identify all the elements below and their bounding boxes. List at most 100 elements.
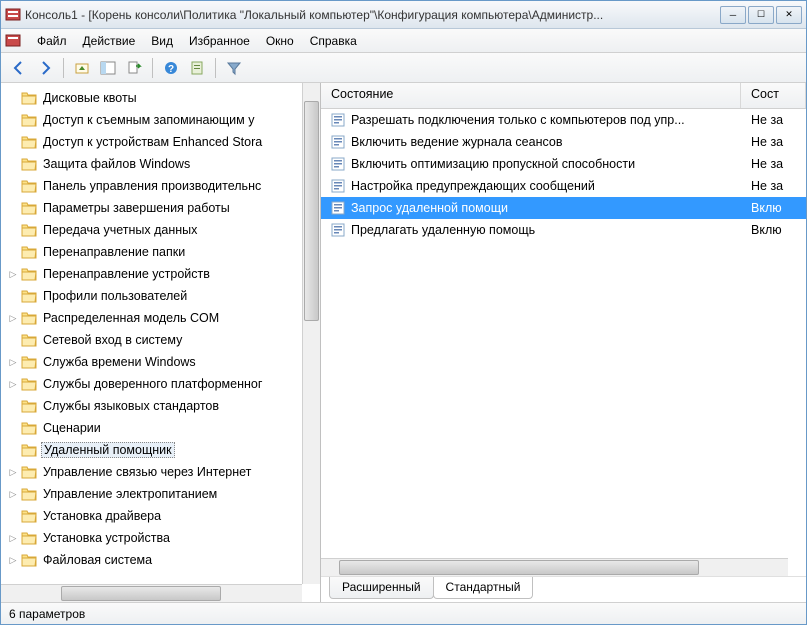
list-row[interactable]: Предлагать удаленную помощьВклю (321, 219, 806, 241)
tree-item[interactable]: Сетевой вход в систему (1, 329, 320, 351)
expander-icon[interactable]: ▷ (7, 356, 19, 368)
tree-label: Удаленный помощник (41, 442, 175, 458)
tree-item[interactable]: Установка драйвера (1, 505, 320, 527)
expander-icon[interactable] (7, 400, 19, 412)
content-area: Дисковые квотыДоступ к съемным запоминаю… (1, 83, 806, 602)
scroll-thumb[interactable] (61, 586, 221, 601)
tree-item[interactable]: Параметры завершения работы (1, 197, 320, 219)
separator (152, 58, 153, 78)
menu-file[interactable]: Файл (29, 32, 75, 50)
tree-item[interactable]: Доступ к съемным запоминающим у (1, 109, 320, 131)
expander-icon[interactable]: ▷ (7, 554, 19, 566)
expander-icon[interactable] (7, 510, 19, 522)
menu-window[interactable]: Окно (258, 32, 302, 50)
tree-item[interactable]: ▷Файловая система (1, 549, 320, 571)
expander-icon[interactable] (7, 202, 19, 214)
expander-icon[interactable] (7, 224, 19, 236)
tree-body[interactable]: Дисковые квотыДоступ к съемным запоминаю… (1, 83, 320, 602)
tree-item[interactable]: ▷Управление связью через Интернет (1, 461, 320, 483)
expander-icon[interactable]: ▷ (7, 466, 19, 478)
list-row[interactable]: Включить оптимизацию пропускной способно… (321, 153, 806, 175)
expander-icon[interactable]: ▷ (7, 312, 19, 324)
tree-item[interactable]: Защита файлов Windows (1, 153, 320, 175)
menu-favorites[interactable]: Избранное (181, 32, 258, 50)
cell-state: Не за (741, 135, 806, 149)
tree-item[interactable]: ▷Служба времени Windows (1, 351, 320, 373)
mmc-window: Консоль1 - [Корень консоли\Политика "Лок… (0, 0, 807, 625)
expander-icon[interactable] (7, 422, 19, 434)
tree-label: Профили пользователей (41, 288, 189, 304)
toolbar: ? (1, 53, 806, 83)
expander-icon[interactable] (7, 158, 19, 170)
tree-item[interactable]: Панель управления производительнс (1, 175, 320, 197)
up-button[interactable] (70, 56, 94, 80)
tree-label: Службы языковых стандартов (41, 398, 221, 414)
column-header-status[interactable]: Сост (741, 83, 806, 108)
expander-icon[interactable] (7, 114, 19, 126)
tree-item[interactable]: ▷Управление электропитанием (1, 483, 320, 505)
list-header: Состояние Сост (321, 83, 806, 109)
forward-button[interactable] (33, 56, 57, 80)
tab-standard[interactable]: Стандартный (433, 577, 534, 599)
expander-icon[interactable] (7, 180, 19, 192)
expander-icon[interactable] (7, 444, 19, 456)
back-button[interactable] (7, 56, 31, 80)
list-row[interactable]: Включить ведение журнала сеансовНе за (321, 131, 806, 153)
tree-label: Защита файлов Windows (41, 156, 192, 172)
list-row[interactable]: Запрос удаленной помощиВклю (321, 197, 806, 219)
tree-item[interactable]: Перенаправление папки (1, 241, 320, 263)
tree-item[interactable]: Передача учетных данных (1, 219, 320, 241)
expander-icon[interactable] (7, 246, 19, 258)
tree-item[interactable]: ▷Службы доверенного платформенног (1, 373, 320, 395)
expander-icon[interactable] (7, 334, 19, 346)
expander-icon[interactable]: ▷ (7, 488, 19, 500)
vertical-scrollbar[interactable] (302, 83, 320, 584)
expander-icon[interactable]: ▷ (7, 268, 19, 280)
titlebar[interactable]: Консоль1 - [Корень консоли\Политика "Лок… (1, 1, 806, 29)
menu-help[interactable]: Справка (302, 32, 365, 50)
tree-item[interactable]: ▷ Установка устройства (1, 527, 320, 549)
filter-button[interactable] (222, 56, 246, 80)
properties-button[interactable] (185, 56, 209, 80)
cell-name: Включить оптимизацию пропускной способно… (321, 157, 741, 171)
tree-label: Перенаправление устройств (41, 266, 212, 282)
column-header-state[interactable]: Состояние (321, 83, 741, 108)
tree-item[interactable]: Службы языковых стандартов (1, 395, 320, 417)
help-button[interactable]: ? (159, 56, 183, 80)
minimize-button[interactable]: ─ (720, 6, 746, 24)
cell-state: Вклю (741, 201, 806, 215)
scroll-thumb[interactable] (339, 560, 699, 575)
list-row[interactable]: Настройка предупреждающих сообщенийНе за (321, 175, 806, 197)
view-tabs: Расширенный Стандартный (321, 576, 806, 602)
app-icon (5, 7, 21, 23)
menu-action[interactable]: Действие (75, 32, 144, 50)
export-button[interactable] (122, 56, 146, 80)
separator (215, 58, 216, 78)
tab-extended[interactable]: Расширенный (329, 577, 434, 599)
expander-icon[interactable] (7, 136, 19, 148)
tree-item[interactable]: ▷Распределенная модель COM (1, 307, 320, 329)
list-body[interactable]: Разрешать подключения только с компьютер… (321, 109, 806, 576)
expander-icon[interactable]: ▷ (7, 532, 19, 544)
tree-label: Установка устройства (41, 530, 172, 546)
horizontal-scrollbar[interactable] (321, 558, 788, 576)
tree-panel: Дисковые квотыДоступ к съемным запоминаю… (1, 83, 321, 602)
show-hide-tree-button[interactable] (96, 56, 120, 80)
tree-item[interactable]: ▷ Перенаправление устройств (1, 263, 320, 285)
close-button[interactable]: ✕ (776, 6, 802, 24)
expander-icon[interactable] (7, 92, 19, 104)
window-title: Консоль1 - [Корень консоли\Политика "Лок… (25, 8, 720, 22)
tree-item[interactable]: Дисковые квоты (1, 87, 320, 109)
tree-item[interactable]: Доступ к устройствам Enhanced Stora (1, 131, 320, 153)
tree-item[interactable]: Сценарии (1, 417, 320, 439)
scroll-thumb[interactable] (304, 101, 319, 321)
tree-item[interactable]: Удаленный помощник (1, 439, 320, 461)
tree-label: Панель управления производительнс (41, 178, 263, 194)
tree-item[interactable]: Профили пользователей (1, 285, 320, 307)
expander-icon[interactable] (7, 290, 19, 302)
list-row[interactable]: Разрешать подключения только с компьютер… (321, 109, 806, 131)
menu-view[interactable]: Вид (143, 32, 181, 50)
expander-icon[interactable]: ▷ (7, 378, 19, 390)
horizontal-scrollbar[interactable] (1, 584, 302, 602)
maximize-button[interactable]: ☐ (748, 6, 774, 24)
